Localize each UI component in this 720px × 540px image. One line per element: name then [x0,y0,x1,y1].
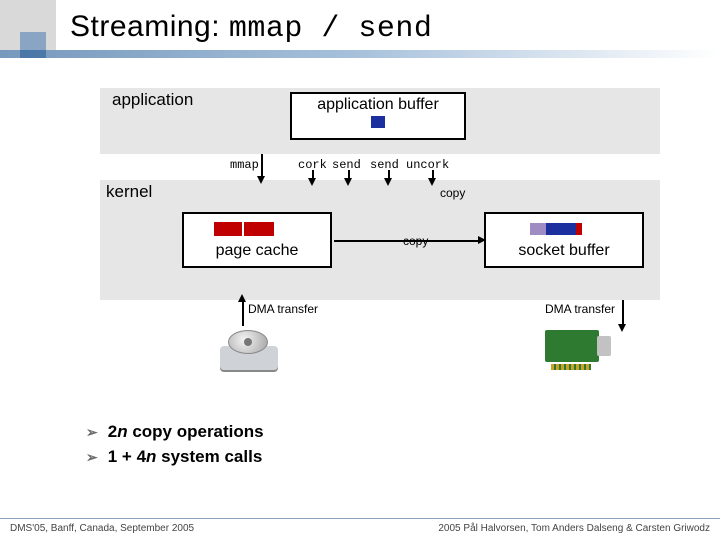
cork-arrow-head-icon [308,178,316,186]
mmap-arrow-line [261,154,263,176]
slide-title-plain: Streaming: [70,10,229,43]
syscall-uncork-label: uncork [406,158,449,172]
mmap-arrow-head-icon [257,176,265,184]
page-cache-block-1 [214,222,242,236]
hard-disk-icon [220,326,290,376]
slide-title: Streaming: mmap / send [0,10,720,46]
dma-nic-arrow-head-icon [618,324,626,332]
dma-disk-arrow-line [242,300,244,326]
slide-header: Streaming: mmap / send [0,0,720,52]
bullet1-prefix: 2 [108,422,117,441]
send1-arrow-head-icon [344,178,352,186]
header-gradient-bar [0,50,720,58]
slide-title-mono: mmap / send [229,12,433,46]
copy-arrow-head-icon [478,236,486,244]
syscall-mmap-label: mmap [230,158,259,172]
uncork-arrow-head-icon [428,178,436,186]
page-cache-block-2 [244,222,274,236]
dma-transfer-label-nic: DMA transfer [545,302,615,316]
page-cache-label: page cache [184,242,330,260]
socket-buffer-box: socket buffer [484,212,644,268]
dma-disk-arrow-head-icon [238,294,246,302]
bullet-chevron-icon: ➢ [86,447,98,467]
summary-bullets: ➢ 2n copy operations ➢ 1 + 4n system cal… [86,420,264,469]
footer-right: 2005 Pål Halvorsen, Tom Anders Dalseng &… [438,523,710,534]
app-buffer-data-block [371,116,385,128]
socket-buffer-segment-1 [530,223,546,235]
dma-transfer-label-disk: DMA transfer [248,302,318,316]
bullet-system-calls: ➢ 1 + 4n system calls [86,445,264,470]
bullet-copy-operations: ➢ 2n copy operations [86,420,264,445]
socket-buffer-segment-2 [546,223,576,235]
socket-buffer-label: socket buffer [486,242,642,260]
application-buffer-label: application buffer [292,96,464,114]
bullet1-rest: copy operations [128,422,264,441]
copy-arrow-line [334,240,480,242]
send2-arrow-head-icon [384,178,392,186]
syscall-send-label-2: send [370,158,399,172]
bullet2-rest: system calls [156,447,262,466]
page-cache-box: page cache [182,212,332,268]
kernel-layer-label: kernel [106,182,152,202]
bullet1-var: n [117,422,127,441]
bullet2-var: n [146,447,156,466]
application-layer-label: application [112,90,193,110]
socket-buffer-segment-3 [576,223,582,235]
bullet-chevron-icon: ➢ [86,422,98,442]
copy-label-app-to-socket: copy [440,186,465,200]
slide-footer: DMS'05, Banff, Canada, September 2005 20… [0,518,720,540]
bullet2-prefix: 1 + 4 [108,447,146,466]
application-buffer-box: application buffer [290,92,466,140]
footer-left: DMS'05, Banff, Canada, September 2005 [10,523,194,534]
dma-nic-arrow-line [622,300,624,326]
network-card-icon [545,326,613,372]
syscall-send-label-1: send [332,158,361,172]
